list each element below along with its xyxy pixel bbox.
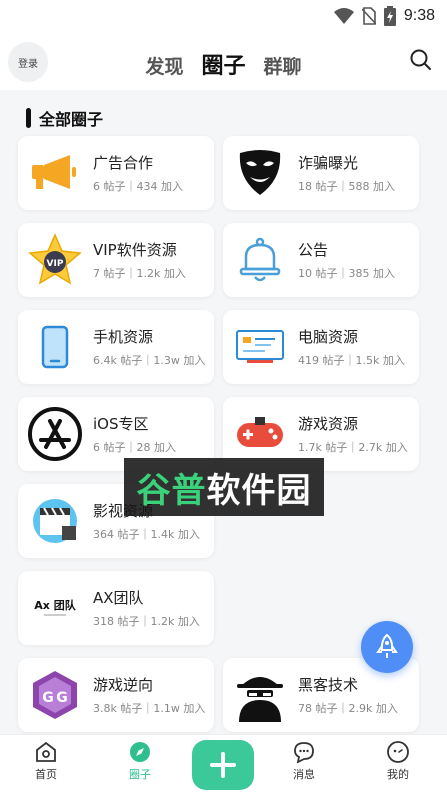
mask-icon [233, 146, 287, 200]
tab-circles[interactable]: 圈子 [201, 48, 245, 80]
wifi-icon [333, 8, 354, 24]
bell-icon [233, 233, 287, 287]
plus-icon [210, 752, 236, 778]
circle-stats: 3.8k 帖子｜1.1w 加入 [93, 702, 206, 715]
circle-card-vip[interactable]: VIP VIP软件资源 7 帖子｜1.2k 加入 [18, 223, 214, 297]
tab-group-chat[interactable]: 群聊 [264, 52, 302, 79]
nav-home[interactable]: 首页 [16, 741, 76, 782]
ax-team-logo: Ax 团队 [28, 581, 82, 635]
nav-label: 首页 [35, 768, 57, 781]
tab-discover[interactable]: 发现 [145, 52, 183, 79]
game-guardian-icon: GG [28, 668, 82, 722]
message-icon [294, 742, 314, 763]
home-icon [36, 741, 56, 762]
svg-text:G: G [56, 690, 68, 706]
circle-stats: 6 帖子｜434 加入 [93, 180, 183, 193]
circle-name: 手机资源 [93, 328, 154, 346]
nav-profile[interactable]: 我的 [368, 741, 428, 782]
app-store-icon [28, 407, 82, 461]
circle-card-ax-team[interactable]: Ax 团队 AX团队 318 帖子｜1.2k 加入 [18, 571, 214, 645]
circle-stats: 6.4k 帖子｜1.3w 加入 [93, 354, 206, 367]
circle-name: 游戏逆向 [93, 676, 154, 694]
circle-name: AX团队 [93, 589, 144, 607]
circle-stats: 1.7k 帖子｜2.7k 加入 [298, 441, 408, 454]
circle-stats: 7 帖子｜1.2k 加入 [93, 267, 186, 280]
circle-card-phone[interactable]: 手机资源 6.4k 帖子｜1.3w 加入 [18, 310, 214, 384]
circle-stats: 318 帖子｜1.2k 加入 [93, 615, 200, 628]
circle-name: VIP软件资源 [93, 241, 177, 259]
battery-icon [383, 6, 396, 26]
circle-name: 公告 [298, 241, 329, 259]
circle-name: 广告合作 [93, 154, 154, 172]
circle-name: 游戏资源 [298, 415, 359, 433]
create-post-button[interactable] [192, 740, 254, 790]
phone-icon [28, 320, 82, 374]
circle-stats: 419 帖子｜1.5k 加入 [298, 354, 405, 367]
circle-stats: 18 帖子｜588 加入 [298, 180, 395, 193]
megaphone-icon [28, 146, 82, 200]
circle-stats: 10 帖子｜385 加入 [298, 267, 395, 280]
nav-label: 我的 [387, 768, 409, 781]
status-bar: 9:38 [0, 0, 447, 34]
circle-card-announcement[interactable]: 公告 10 帖子｜385 加入 [223, 223, 419, 297]
svg-text:G: G [42, 690, 54, 706]
no-sim-icon [361, 7, 376, 25]
clapperboard-icon [28, 494, 82, 548]
computer-icon [233, 320, 287, 374]
circle-name: iOS专区 [93, 415, 149, 433]
circle-card-reverse[interactable]: GG 游戏逆向 3.8k 帖子｜1.1w 加入 [18, 658, 214, 732]
top-tabs: 发现 圈子 群聊 [0, 48, 447, 80]
watermark: 谷普 软件园 [124, 458, 324, 516]
hacker-icon [233, 668, 287, 722]
nav-circles[interactable]: 圈子 [110, 741, 170, 782]
watermark-text-green: 谷普 [136, 470, 207, 511]
circle-card-computer[interactable]: 电脑资源 419 帖子｜1.5k 加入 [223, 310, 419, 384]
bottom-navigation: 首页 圈子 消息 我的 [0, 734, 447, 794]
section-header: 全部圈子 [26, 106, 103, 130]
circle-name: 电脑资源 [298, 328, 359, 346]
circle-stats: 6 帖子｜28 加入 [93, 441, 176, 454]
nav-label: 圈子 [129, 768, 151, 781]
profile-icon [387, 741, 409, 763]
status-time: 9:38 [403, 7, 435, 24]
watermark-text-white: 软件园 [206, 470, 312, 511]
status-icons: 9:38 [333, 6, 435, 26]
header: 登录 发现 圈子 群聊 [0, 34, 447, 90]
vip-star-icon: VIP [28, 233, 82, 287]
svg-text:Ax 团队: Ax 团队 [34, 598, 76, 612]
section-marker [26, 108, 31, 128]
circle-card-ad[interactable]: 广告合作 6 帖子｜434 加入 [18, 136, 214, 210]
svg-text:VIP: VIP [47, 259, 64, 269]
circle-name: 诈骗曝光 [298, 154, 359, 172]
search-icon[interactable] [409, 48, 433, 72]
nav-label: 消息 [293, 768, 315, 781]
gamepad-icon [233, 407, 287, 461]
rocket-fab-button[interactable] [361, 621, 413, 673]
circle-stats: 78 帖子｜2.9k 加入 [298, 702, 398, 715]
section-title: 全部圈子 [39, 110, 104, 129]
circle-stats: 364 帖子｜1.4k 加入 [93, 528, 200, 541]
rocket-icon [376, 634, 398, 658]
compass-icon [130, 742, 150, 762]
circle-card-scam[interactable]: 诈骗曝光 18 帖子｜588 加入 [223, 136, 419, 210]
circle-name: 黑客技术 [298, 676, 359, 694]
nav-messages[interactable]: 消息 [274, 741, 334, 782]
